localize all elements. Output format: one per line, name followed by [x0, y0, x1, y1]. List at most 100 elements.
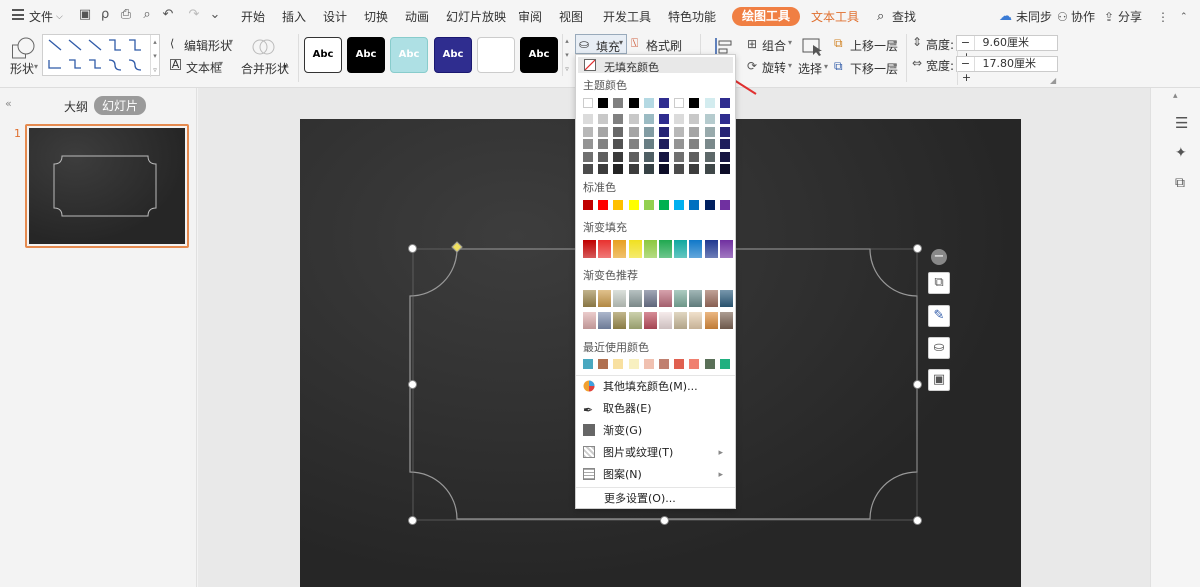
- chevron-down-icon[interactable]: ▾: [893, 38, 897, 47]
- theme-color-swatch[interactable]: [674, 98, 685, 108]
- bring-forward-button[interactable]: 上移一层: [850, 37, 898, 54]
- theme-shade-swatch[interactable]: [659, 139, 669, 149]
- theme-shade-swatch[interactable]: [598, 164, 609, 174]
- theme-color-swatch[interactable]: [598, 98, 609, 108]
- picture-texture-item[interactable]: 图片或纹理(T) ▸: [583, 443, 731, 463]
- theme-shade-swatch[interactable]: [704, 139, 715, 149]
- file-menu[interactable]: 文件: [29, 7, 53, 27]
- sync-status[interactable]: 未同步: [1016, 7, 1052, 27]
- style-gallery-scroll[interactable]: ▴ ▾ ▿: [562, 34, 571, 76]
- theme-shade-swatch[interactable]: [628, 126, 639, 137]
- tab-developer[interactable]: 开发工具: [603, 7, 651, 27]
- rotate-button[interactable]: 旋转: [762, 59, 786, 76]
- gradient-recommend-swatch[interactable]: [583, 312, 596, 329]
- gradient-recommend-swatch[interactable]: [598, 312, 612, 329]
- theme-shade-swatch[interactable]: [628, 114, 639, 124]
- theme-color-swatch[interactable]: [613, 98, 624, 108]
- shape-style-1[interactable]: Abc: [304, 37, 342, 73]
- gradient-recommend-swatch[interactable]: [583, 290, 596, 307]
- resize-handle-right[interactable]: [913, 380, 922, 389]
- theme-shade-swatch[interactable]: [659, 114, 669, 124]
- chevron-down-icon[interactable]: ▾: [34, 62, 38, 71]
- theme-shade-swatch[interactable]: [689, 114, 700, 124]
- width-field[interactable]: − 17.80厘米 +: [956, 56, 1058, 85]
- theme-shade-swatch[interactable]: [583, 126, 593, 137]
- theme-shade-swatch[interactable]: [598, 114, 609, 124]
- theme-shade-swatch[interactable]: [704, 164, 715, 174]
- group-button[interactable]: 组合: [762, 37, 786, 54]
- theme-shade-swatch[interactable]: [674, 139, 685, 149]
- theme-shade-swatch[interactable]: [583, 114, 593, 124]
- gradient-recommend-swatch[interactable]: [643, 290, 657, 307]
- theme-shade-swatch[interactable]: [659, 164, 669, 174]
- search-button[interactable]: 查找: [892, 7, 916, 27]
- height-value[interactable]: 9.60厘米: [979, 36, 1041, 50]
- tab-insert[interactable]: 插入: [282, 7, 306, 27]
- tab-slides[interactable]: 幻灯片: [94, 96, 147, 115]
- chevron-down-icon[interactable]: ▾: [788, 38, 792, 47]
- standard-color-swatch[interactable]: [613, 200, 624, 210]
- standard-color-swatch[interactable]: [628, 200, 639, 210]
- standard-color-swatch[interactable]: [689, 200, 700, 210]
- save-icon[interactable]: ▣: [78, 8, 92, 22]
- shape-style-5[interactable]: Abc: [477, 37, 515, 73]
- theme-shade-swatch[interactable]: [583, 164, 593, 174]
- gradient-recommend-swatch[interactable]: [719, 312, 733, 329]
- theme-shade-swatch[interactable]: [643, 114, 654, 124]
- theme-shade-swatch[interactable]: [674, 151, 685, 162]
- shape-fill-icon[interactable]: ⛀: [928, 337, 950, 359]
- print-preview-icon[interactable]: ⌕: [140, 8, 154, 22]
- more-settings-item[interactable]: 更多设置(O)...: [604, 489, 752, 509]
- width-value[interactable]: 17.80厘米: [979, 57, 1041, 71]
- width-decrement[interactable]: −: [957, 57, 975, 71]
- tab-transition[interactable]: 切换: [364, 7, 388, 27]
- theme-color-swatch[interactable]: [643, 98, 654, 108]
- standard-color-swatch[interactable]: [704, 200, 715, 210]
- theme-shade-swatch[interactable]: [704, 114, 715, 124]
- resize-handle-top-left[interactable]: [408, 244, 417, 253]
- gradient-recommend-swatch[interactable]: [598, 290, 612, 307]
- theme-shade-swatch[interactable]: [719, 139, 730, 149]
- theme-shade-swatch[interactable]: [674, 114, 685, 124]
- slide-switch-icon[interactable]: ⧉: [1175, 175, 1185, 191]
- theme-shade-swatch[interactable]: [583, 139, 593, 149]
- gradient-recommend-swatch[interactable]: [704, 290, 718, 307]
- theme-color-swatch[interactable]: [704, 98, 715, 108]
- theme-shade-swatch[interactable]: [704, 126, 715, 137]
- theme-shade-swatch[interactable]: [643, 139, 654, 149]
- theme-shade-swatch[interactable]: [613, 151, 624, 162]
- gradient-swatch[interactable]: [598, 240, 612, 258]
- theme-shade-swatch[interactable]: [628, 151, 639, 162]
- chevron-down-icon[interactable]: ▾: [824, 62, 828, 71]
- gradient-recommend-swatch[interactable]: [704, 312, 718, 329]
- theme-color-swatch[interactable]: [628, 98, 639, 108]
- theme-color-swatch[interactable]: [719, 98, 730, 108]
- gradient-swatch[interactable]: [583, 240, 596, 258]
- gradient-swatch[interactable]: [689, 240, 703, 258]
- theme-shade-swatch[interactable]: [689, 139, 700, 149]
- theme-color-swatch[interactable]: [583, 98, 593, 108]
- standard-color-swatch[interactable]: [659, 200, 669, 210]
- gradient-recommend-swatch[interactable]: [689, 312, 703, 329]
- height-field[interactable]: − 9.60厘米 +: [956, 35, 1058, 64]
- theme-shade-swatch[interactable]: [659, 126, 669, 137]
- chevron-down-icon[interactable]: ▾: [788, 61, 792, 70]
- standard-color-swatch[interactable]: [583, 200, 593, 210]
- chevron-down-icon[interactable]: ▾: [229, 37, 233, 46]
- recent-color-swatch[interactable]: [628, 359, 639, 369]
- collapse-float-toolbar-icon[interactable]: −: [931, 249, 947, 265]
- gradient-swatch[interactable]: [643, 240, 657, 258]
- theme-shade-swatch[interactable]: [689, 126, 700, 137]
- pattern-item[interactable]: 图案(N) ▸: [583, 465, 731, 485]
- theme-shade-swatch[interactable]: [674, 126, 685, 137]
- theme-shade-swatch[interactable]: [719, 151, 730, 162]
- standard-color-swatch[interactable]: [643, 200, 654, 210]
- chevron-down-icon[interactable]: ▾: [893, 61, 897, 70]
- gradient-recommend-swatch[interactable]: [613, 290, 627, 307]
- resize-handle-bottom-right[interactable]: [913, 516, 922, 525]
- merge-shape-button[interactable]: 合并形状: [241, 60, 289, 77]
- gradient-recommend-swatch[interactable]: [659, 290, 672, 307]
- shape-style-3[interactable]: Abc: [390, 37, 428, 73]
- tab-review[interactable]: 审阅: [518, 7, 542, 27]
- gradient-recommend-swatch[interactable]: [643, 312, 657, 329]
